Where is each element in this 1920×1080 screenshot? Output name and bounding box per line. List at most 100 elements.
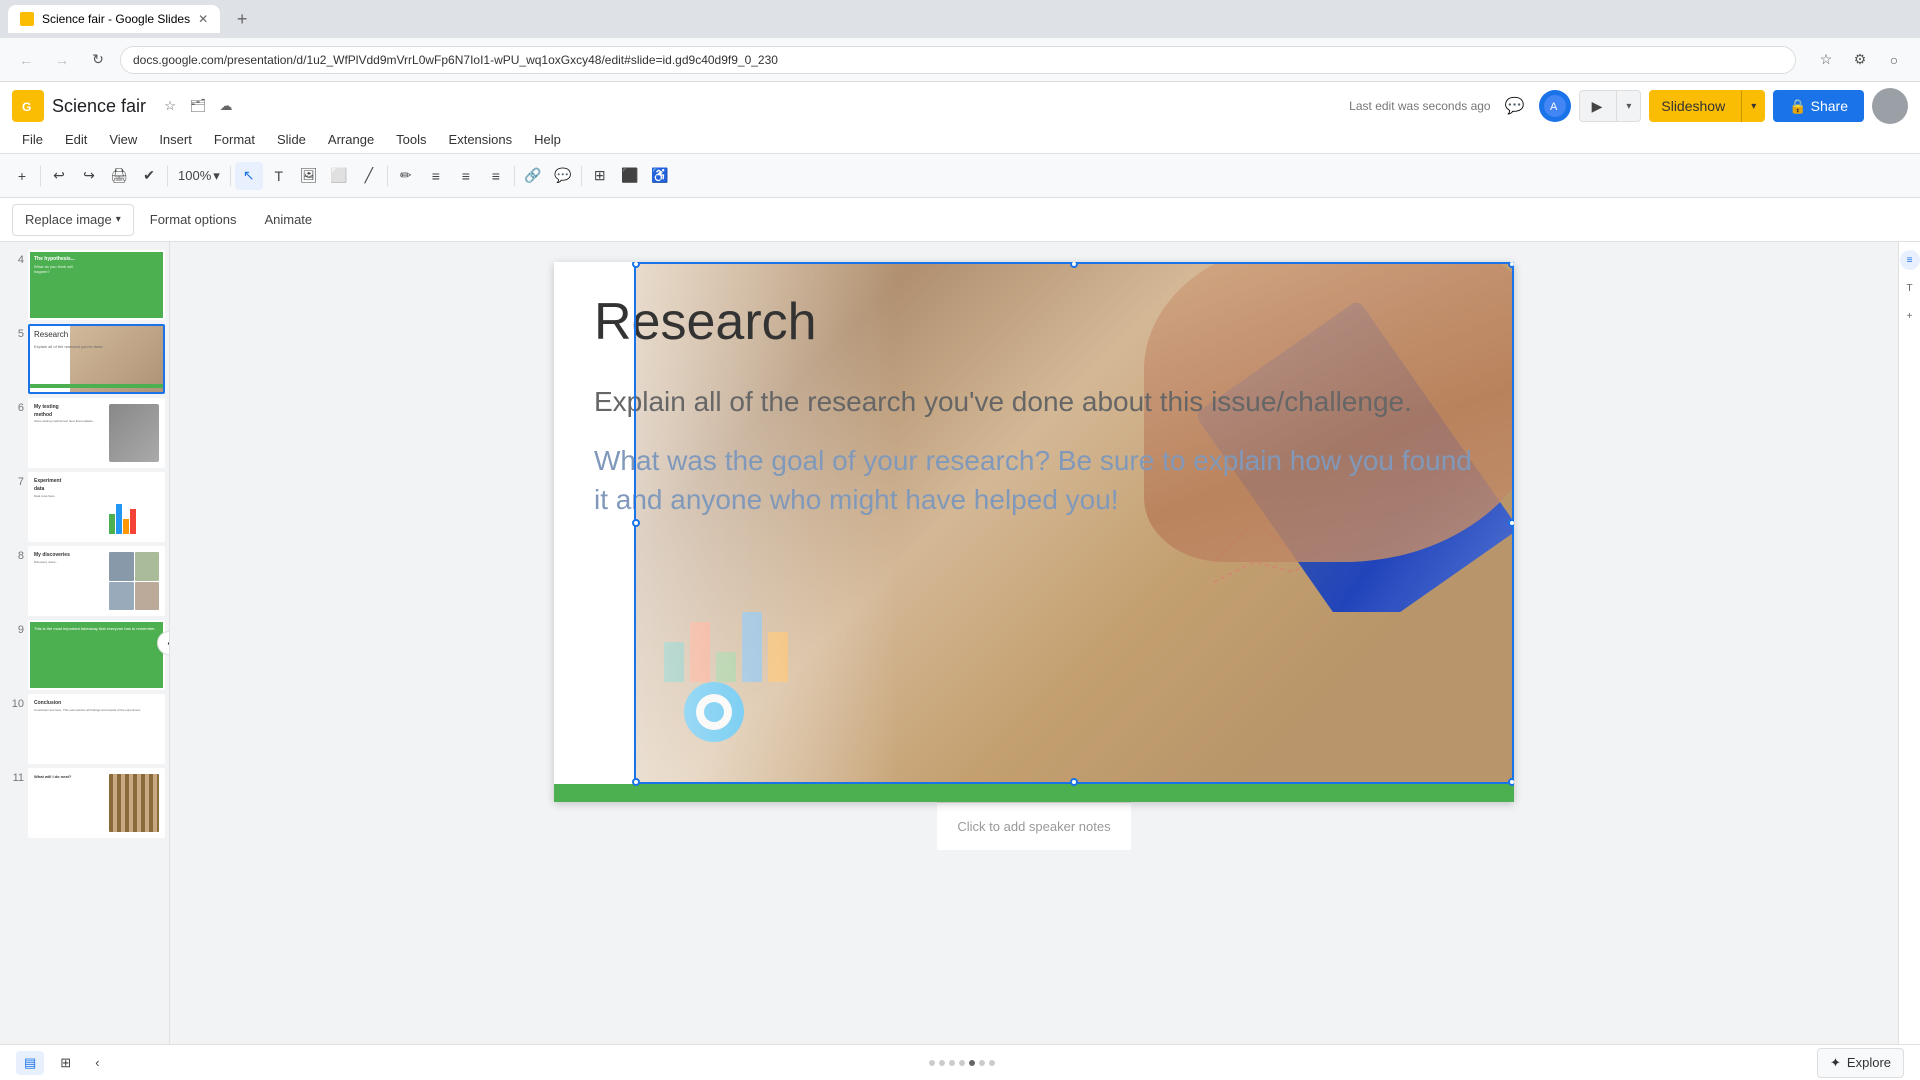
panel-icon-2[interactable]: T xyxy=(1900,278,1920,298)
menu-insert[interactable]: Insert xyxy=(149,128,202,151)
toolbar-image-button[interactable]: 🖼 xyxy=(295,162,323,190)
toolbar-undo-button[interactable]: ↩ xyxy=(45,162,73,190)
toolbar-spell-check-button[interactable]: ✔ xyxy=(135,162,163,190)
user-avatar[interactable] xyxy=(1872,88,1908,124)
menu-bar: File Edit View Insert Format Slide Arran… xyxy=(12,126,1908,153)
grid-view-icon: ⊞ xyxy=(60,1055,71,1071)
menu-extensions[interactable]: Extensions xyxy=(439,128,523,151)
slideshow-label: Slideshow xyxy=(1649,98,1737,114)
menu-view[interactable]: View xyxy=(99,128,147,151)
thumb-preview-7[interactable]: Experiment data Data rows here... xyxy=(28,472,165,542)
app-title: Science fair xyxy=(52,96,146,117)
slide-view-button[interactable]: ▤ xyxy=(16,1051,44,1075)
slide-thumb-6[interactable]: 6 My testing method Some testing method … xyxy=(4,398,165,468)
thumb-preview-8[interactable]: My discoveries Discovery notes... xyxy=(28,546,165,616)
slide-title: Research xyxy=(594,292,1474,352)
replace-image-label: Replace image xyxy=(25,212,112,227)
toolbar-add-button[interactable]: + xyxy=(8,162,36,190)
toolbar-line-button[interactable]: ╱ xyxy=(355,162,383,190)
toolbar-cursor-button[interactable]: ↖ xyxy=(235,162,263,190)
toolbar-print-button[interactable]: 🖨 xyxy=(105,162,133,190)
cloud-icon[interactable]: ☁ xyxy=(214,94,238,118)
profile-icon[interactable]: ○ xyxy=(1880,46,1908,74)
menu-help[interactable]: Help xyxy=(524,128,571,151)
toolbar-accessibility-button[interactable]: ♿ xyxy=(646,162,674,190)
speaker-notes-area[interactable]: Click to add speaker notes xyxy=(937,802,1130,850)
slide-thumb-8[interactable]: 8 My discoveries Discovery notes... xyxy=(4,546,165,616)
slide-thumb-10[interactable]: 10 Conclusion Conclusion text here. This… xyxy=(4,694,165,764)
toolbar-separator-3 xyxy=(230,166,231,186)
share-button[interactable]: 🔒 Share xyxy=(1773,90,1864,122)
back-button[interactable]: ← xyxy=(12,46,40,74)
folder-icon[interactable]: 🗂 xyxy=(186,94,210,118)
animate-button[interactable]: Animate xyxy=(252,204,324,236)
menu-file[interactable]: File xyxy=(12,128,53,151)
thumb-preview-9[interactable]: This is the most important takeaway that… xyxy=(28,620,165,690)
thumb-preview-6[interactable]: My testing method Some testing method te… xyxy=(28,398,165,468)
menu-edit[interactable]: Edit xyxy=(55,128,97,151)
account-button[interactable]: A xyxy=(1539,90,1571,122)
toolbar-placeholder-button[interactable]: ⊞ xyxy=(586,162,614,190)
menu-arrange[interactable]: Arrange xyxy=(318,128,384,151)
toolbar-text-button[interactable]: T xyxy=(265,162,293,190)
thumb-preview-11[interactable]: What will I do next? xyxy=(28,768,165,838)
toolbar-zoom-dropdown[interactable]: 100% ▾ xyxy=(172,162,226,190)
address-bar[interactable]: docs.google.com/presentation/d/1u2_WfPlV… xyxy=(120,46,1796,74)
bookmark-icon[interactable]: ☆ xyxy=(1812,46,1840,74)
toolbar-highlight-button[interactable]: ✏ xyxy=(392,162,420,190)
slide-thumb-4[interactable]: 4 The hypothesis... What do you think wi… xyxy=(4,250,165,320)
app-logo: G xyxy=(12,90,44,122)
toolbar-align-center-button[interactable]: ≡ xyxy=(452,162,480,190)
thumb-preview-10[interactable]: Conclusion Conclusion text here. This su… xyxy=(28,694,165,764)
toolbar-comment-button[interactable]: 💬 xyxy=(549,162,577,190)
toolbar-background-button[interactable]: ⬛ xyxy=(616,162,644,190)
slide-number-11: 11 xyxy=(4,768,24,784)
star-icon[interactable]: ☆ xyxy=(158,94,182,118)
extension-icon[interactable]: ⚙ xyxy=(1846,46,1874,74)
thumb-preview-5[interactable]: Research Explain all of the research you… xyxy=(28,324,165,394)
toolbar-shape-button[interactable]: ⬜ xyxy=(325,162,353,190)
replace-image-arrow: ▾ xyxy=(116,214,121,225)
menu-tools[interactable]: Tools xyxy=(386,128,436,151)
toolbar-redo-button[interactable]: ↪ xyxy=(75,162,103,190)
panel-icon-1[interactable]: ≡ xyxy=(1900,250,1920,270)
slide-body-2: What was the goal of your research? Be s… xyxy=(594,441,1474,519)
address-text: docs.google.com/presentation/d/1u2_WfPlV… xyxy=(133,53,778,67)
slide-thumb-7[interactable]: 7 Experiment data Data rows here... xyxy=(4,472,165,542)
slide-thumb-5[interactable]: 5 Research Explain all of the research y… xyxy=(4,324,165,394)
replace-image-button[interactable]: Replace image ▾ xyxy=(12,204,134,236)
toolbar-align-left-button[interactable]: ≡ xyxy=(422,162,450,190)
slideshow-button[interactable]: Slideshow ▾ xyxy=(1649,90,1765,122)
comments-button[interactable]: 💬 xyxy=(1499,90,1531,122)
app-header: G Science fair ☆ 🗂 ☁ Last edit was secon… xyxy=(0,82,1920,154)
toolbar-link-button[interactable]: 🔗 xyxy=(519,162,547,190)
forward-button[interactable]: → xyxy=(48,46,76,74)
context-toolbar: Replace image ▾ Format options Animate xyxy=(0,198,1920,242)
slide-canvas[interactable]: Research Explain all of the research you… xyxy=(554,262,1514,802)
dot-3 xyxy=(949,1060,955,1066)
toolbar-align-right-button[interactable]: ≡ xyxy=(482,162,510,190)
reload-button[interactable]: ↻ xyxy=(84,46,112,74)
toolbar-separator-5 xyxy=(514,166,515,186)
slides-panel: 4 The hypothesis... What do you think wi… xyxy=(0,242,170,1044)
slide-number-10: 10 xyxy=(4,694,24,710)
present-button[interactable]: ▶ ▾ xyxy=(1579,90,1642,122)
slide-thumb-11[interactable]: 11 What will I do next? xyxy=(4,768,165,838)
slide-thumb-9[interactable]: 9 This is the most important takeaway th… xyxy=(4,620,165,690)
dot-7 xyxy=(989,1060,995,1066)
format-options-label: Format options xyxy=(150,212,237,227)
explore-icon: ✦ xyxy=(1830,1055,1841,1071)
browser-tab[interactable]: Science fair - Google Slides ✕ xyxy=(8,5,220,33)
tab-close-button[interactable]: ✕ xyxy=(198,12,208,26)
collapse-panel-button[interactable]: ‹ xyxy=(87,1051,107,1074)
menu-slide[interactable]: Slide xyxy=(267,128,316,151)
thumb-preview-4[interactable]: The hypothesis... What do you think will… xyxy=(28,250,165,320)
present-arrow: ▾ xyxy=(1616,91,1640,121)
slide-number-4: 4 xyxy=(4,250,24,266)
menu-format[interactable]: Format xyxy=(204,128,265,151)
panel-icon-3[interactable]: + xyxy=(1900,306,1920,326)
new-tab-button[interactable]: + xyxy=(228,5,256,33)
format-options-button[interactable]: Format options xyxy=(138,204,249,236)
explore-button[interactable]: ✦ Explore xyxy=(1817,1048,1904,1078)
grid-view-button[interactable]: ⊞ xyxy=(52,1051,79,1075)
